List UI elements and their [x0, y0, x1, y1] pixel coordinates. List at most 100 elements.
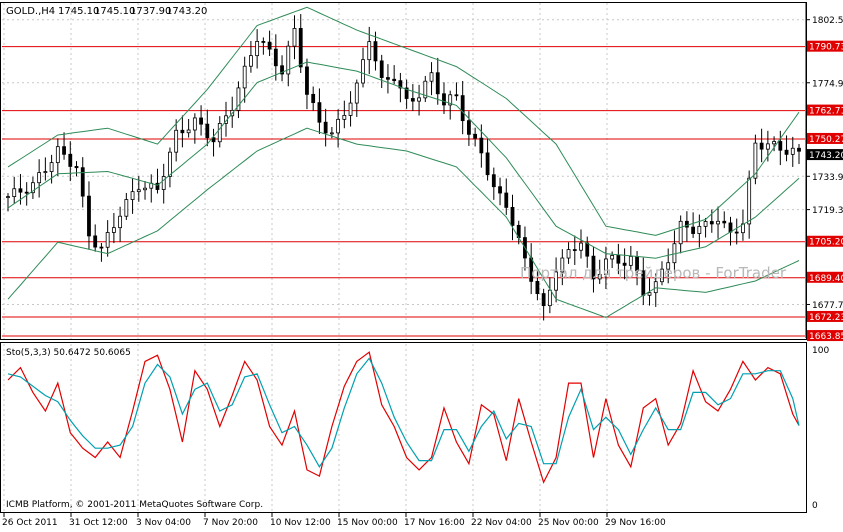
candle-body [585, 242, 590, 257]
candle-body [703, 221, 708, 227]
candle-body [342, 115, 347, 120]
candle-body [68, 153, 73, 167]
candle-body [466, 120, 471, 135]
candle-body [6, 196, 10, 198]
candle-body [547, 289, 552, 307]
candle-body [784, 149, 789, 155]
close-value: 1743.20 [166, 6, 207, 17]
candle-body [74, 166, 79, 169]
candle-body [797, 147, 801, 152]
time-tick-label: 22 Nov 04:00 [471, 518, 532, 528]
candle-body [87, 195, 91, 237]
candle-body [311, 93, 316, 104]
candle-body [722, 220, 727, 224]
candle-body [697, 225, 702, 234]
price-chart-svg[interactable]: 1802.55 1774.90 1733.90 1719.30 1677.70 1790.… [0, 0, 843, 528]
candle-body [535, 280, 540, 294]
candle-body [136, 189, 141, 193]
candle-body [361, 59, 365, 84]
candle-body [392, 78, 397, 82]
candle-body [99, 246, 104, 249]
candle-body [429, 72, 434, 82]
candle-body [323, 121, 328, 134]
candle-body [12, 188, 17, 197]
candle-body [442, 93, 446, 106]
candle-body [249, 55, 253, 67]
level-tag-label: 1663.85 [809, 332, 843, 342]
candle-body [55, 146, 60, 164]
price-tick-label: 1733.90 [812, 173, 843, 183]
time-tick-label: 17 Nov 16:00 [404, 518, 465, 528]
candle-body [485, 152, 490, 176]
candle-body [143, 187, 147, 191]
candle-body [199, 117, 203, 125]
candle-body [317, 102, 322, 123]
price-axis: 1802.55 1774.90 1733.90 1719.30 1677.70 1790.… [805, 2, 843, 342]
candle-body [180, 129, 185, 134]
time-tick-label: 3 Nov 04:00 [136, 518, 191, 528]
candle-body [498, 186, 502, 194]
candle-body [541, 293, 546, 307]
symbol-label: GOLD.,H4 [6, 6, 55, 17]
candle-body [298, 28, 303, 68]
candle-body [292, 28, 297, 47]
candle-body [734, 231, 739, 234]
candle-body [716, 220, 720, 225]
candle-body [373, 41, 378, 62]
stochastic-panel[interactable] [0, 342, 807, 513]
candle-body [367, 41, 372, 61]
time-tick-label: 29 Nov 16:00 [605, 518, 666, 528]
candle-body [43, 171, 48, 174]
candle-body [647, 292, 652, 296]
candle-body [759, 142, 764, 150]
stoch-tick-0: 0 [812, 501, 818, 511]
candle-body [62, 146, 66, 155]
candle-body [772, 141, 776, 145]
candle-body [205, 123, 210, 139]
candle-body [572, 249, 577, 251]
candle-body [678, 220, 683, 245]
candle-body [653, 281, 658, 294]
candle-body [610, 255, 615, 260]
level-tag-label: 1672.23 [809, 313, 843, 323]
candle-body [255, 41, 260, 57]
candle-body [242, 65, 247, 89]
price-panel[interactable] [0, 2, 807, 340]
candle-body [118, 215, 123, 229]
candle-body [579, 242, 583, 251]
candle-body [747, 177, 752, 225]
candle-body [267, 41, 272, 50]
candle-body [479, 137, 484, 154]
candle-body [473, 133, 478, 139]
candle-body [566, 249, 571, 259]
candle-body [168, 151, 172, 177]
candle-body [417, 97, 421, 102]
current-price-label: 1743.20 [809, 151, 843, 161]
watermark: Портал для трейдеров - ForTrader [520, 264, 787, 282]
level-tag-label: 1689.40 [809, 274, 843, 284]
candle-body [124, 199, 129, 217]
price-tick-label: 1774.90 [812, 79, 843, 89]
candle-body [336, 118, 341, 134]
time-tick-label: 25 Nov 00:00 [538, 518, 599, 528]
candle-body [18, 188, 23, 193]
candle-body [348, 102, 353, 116]
candle-body [93, 235, 98, 248]
candle-body [379, 60, 384, 78]
level-tag-label: 1705.20 [809, 238, 843, 248]
chart-window[interactable]: 1802.55 1774.90 1733.90 1719.30 1677.70 1790.… [0, 0, 843, 528]
candle-body [105, 232, 110, 248]
candle-body [37, 172, 42, 184]
candle-body [728, 222, 733, 233]
candle-body [616, 255, 621, 264]
candle-body [261, 41, 266, 43]
candle-body [24, 191, 29, 194]
candle-body [186, 129, 191, 134]
candle-body [174, 129, 179, 153]
price-tick-label: 1719.30 [812, 206, 843, 216]
candle-body [354, 82, 359, 104]
time-tick-label: 31 Oct 12:00 [69, 518, 128, 528]
candle-body [778, 141, 783, 151]
candle-body [273, 48, 278, 67]
copyright-text: ICMB Platform, © 2001-2011 MetaQuotes So… [6, 500, 263, 510]
